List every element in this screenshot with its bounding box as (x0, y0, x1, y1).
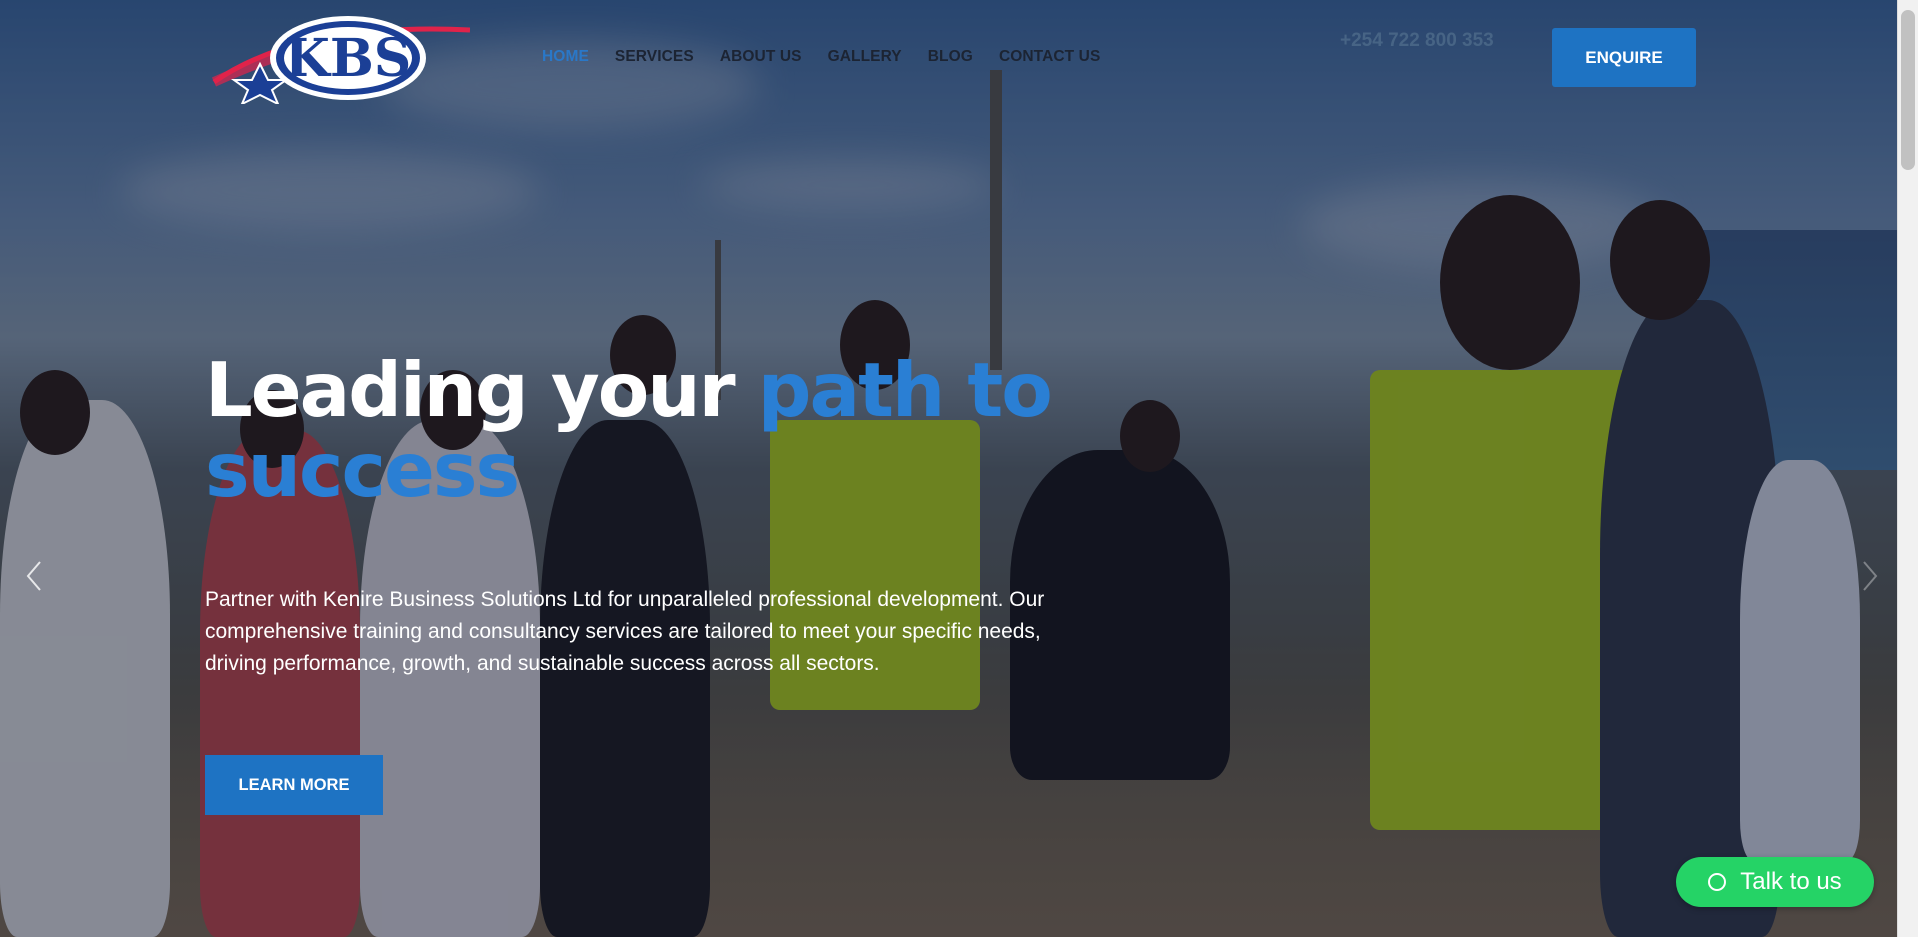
whatsapp-icon (1708, 873, 1727, 891)
learn-more-button[interactable]: LEARN MORE (205, 755, 383, 815)
hero-description: Partner with Kenire Business Solutions L… (205, 588, 1045, 675)
chevron-right-icon[interactable] (1858, 556, 1884, 596)
nav-contact-us[interactable]: CONTACT US (999, 48, 1100, 66)
kbs-logo[interactable]: KBS (210, 12, 470, 104)
page-scrollbar[interactable] (1897, 0, 1918, 937)
headline-white: Leading your (205, 346, 758, 434)
headline-accent-2: success (205, 426, 520, 514)
nav-about-us[interactable]: ABOUT US (720, 48, 802, 66)
logo-text: KBS (285, 28, 412, 89)
main-nav: HOME SERVICES ABOUT US GALLERY BLOG CONT… (542, 48, 1100, 66)
phone-number[interactable]: +254 722 800 353 (1340, 30, 1494, 52)
enquire-button[interactable]: ENQUIRE (1552, 28, 1696, 87)
headline-accent-1: path to (757, 346, 1053, 434)
talk-to-us-label: Talk to us (1740, 868, 1842, 895)
talk-to-us-button[interactable]: Talk to us (1676, 857, 1874, 907)
nav-gallery[interactable]: GALLERY (828, 48, 902, 66)
hero-headline: Leading your path to success (205, 350, 1105, 510)
nav-services[interactable]: SERVICES (615, 48, 694, 66)
chevron-left-icon[interactable] (20, 556, 46, 596)
scrollbar-thumb[interactable] (1901, 10, 1915, 170)
nav-home[interactable]: HOME (542, 48, 589, 66)
nav-blog[interactable]: BLOG (928, 48, 973, 66)
